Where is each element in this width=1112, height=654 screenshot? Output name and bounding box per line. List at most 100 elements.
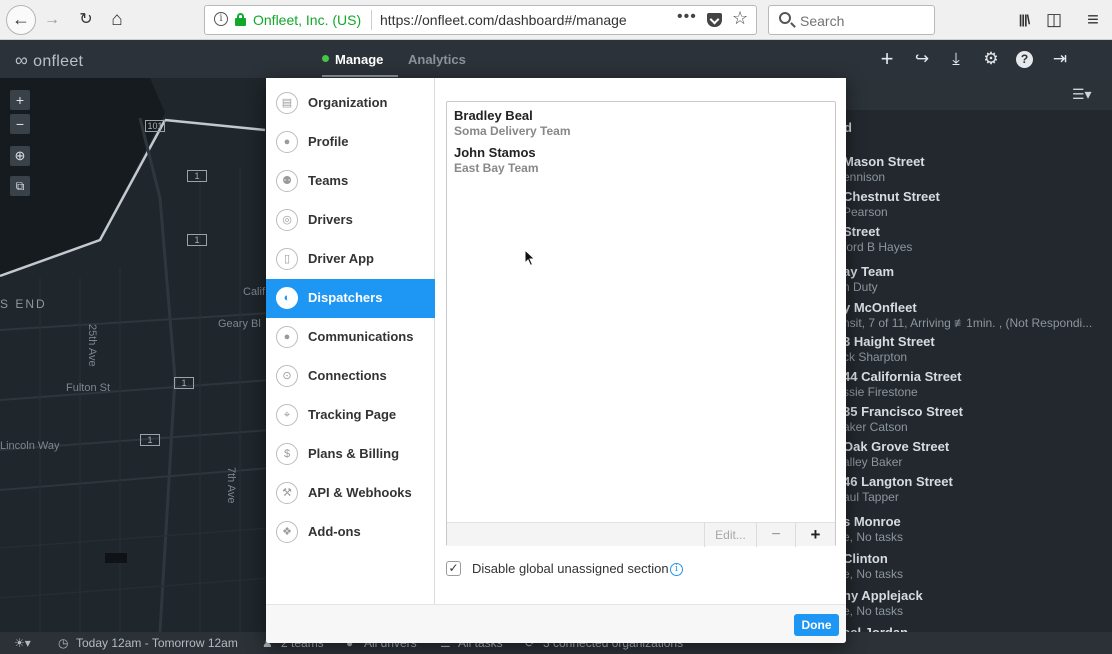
- list-item-title: Oak Grove Street: [843, 439, 950, 454]
- sidebar-item-label: Profile: [308, 134, 349, 149]
- clock-icon: ◷: [58, 636, 69, 650]
- sidebar-item-icon: ⌖: [276, 404, 298, 426]
- list-item[interactable]: 3 Haight Street ck Sharpton: [843, 334, 935, 364]
- bookmark-star-icon[interactable]: ☆: [732, 8, 748, 29]
- help-icon[interactable]: ?: [1016, 51, 1033, 68]
- map-street-label: 7th Ave: [225, 467, 237, 504]
- sidebar-item-drivers[interactable]: ◎ Drivers: [266, 201, 435, 240]
- sidebar-item-teams[interactable]: ⚉ Teams: [266, 162, 435, 201]
- sidebar-item-label: Connections: [308, 368, 387, 383]
- add-dispatcher-button[interactable]: +: [795, 523, 835, 547]
- right-panel: ☰▾ d Mason Street ennison Chestnut Street P…: [810, 78, 1112, 654]
- sidebar-item-label: API & Webhooks: [308, 485, 412, 500]
- active-tab-indicator: [322, 75, 398, 77]
- dispatcher-row[interactable]: John Stamos East Bay Team: [454, 145, 539, 175]
- search-icon: [779, 12, 791, 24]
- sidebar-toggle-icon[interactable]: ◫: [1042, 8, 1066, 32]
- mouse-cursor-icon: [524, 249, 536, 267]
- disable-unassigned-checkbox[interactable]: ✓: [446, 561, 461, 576]
- sidebar-item-driver-app[interactable]: ▯ Driver App: [266, 240, 435, 279]
- pocket-icon[interactable]: [707, 13, 722, 27]
- binoculars-icon[interactable]: ☀▾: [14, 636, 31, 650]
- list-item[interactable]: Street ford B Hayes: [843, 224, 912, 254]
- zoom-out-button[interactable]: −: [10, 114, 30, 134]
- list-item[interactable]: 44 California Street ssie Firestone: [843, 369, 962, 399]
- sidebar-item-label: Dispatchers: [308, 290, 383, 305]
- sidebar-item-icon: ▤: [276, 92, 298, 114]
- sidebar-item-plans-billing[interactable]: $ Plans & Billing: [266, 435, 435, 474]
- download-icon[interactable]: ⤓: [946, 49, 966, 69]
- list-item-subtitle: aker Catson: [843, 420, 908, 434]
- list-item-title: Clinton: [843, 551, 888, 566]
- list-item-title: 3 Haight Street: [843, 334, 935, 349]
- remove-dispatcher-button[interactable]: −: [756, 523, 795, 547]
- list-item[interactable]: y McOnfleet nsit, 7 of 11, Arriving ≢1min…: [843, 300, 1092, 330]
- reload-button[interactable]: ↻: [74, 8, 98, 32]
- list-item[interactable]: Oak Grove Street alley Baker: [843, 439, 949, 469]
- back-button[interactable]: ←: [6, 5, 36, 35]
- info-icon[interactable]: i: [670, 563, 683, 576]
- library-icon[interactable]: |||\: [1012, 8, 1036, 32]
- sidebar-item-profile[interactable]: ● Profile: [266, 123, 435, 162]
- locate-icon[interactable]: ⊕: [10, 146, 30, 166]
- sidebar-item-communications[interactable]: ● Communications: [266, 318, 435, 357]
- time-range[interactable]: Today 12am - Tomorrow 12am: [76, 636, 238, 650]
- list-item-subtitle: aul Tapper: [843, 490, 899, 504]
- tab-analytics[interactable]: Analytics: [408, 52, 466, 67]
- sidebar-item-dispatchers[interactable]: ◐ Dispatchers: [266, 279, 435, 318]
- list-item[interactable]: 46 Langton Street aul Tapper: [843, 474, 953, 504]
- list-item[interactable]: Chestnut Street Pearson: [843, 189, 940, 219]
- onfleet-logo[interactable]: ∞ onfleet: [15, 50, 83, 71]
- list-item[interactable]: 35 Francisco Street aker Catson: [843, 404, 963, 434]
- list-item-subtitle: ssie Firestone: [843, 385, 918, 399]
- done-button[interactable]: Done: [794, 614, 839, 636]
- list-item-subtitle: e, No tasks: [843, 604, 904, 618]
- search-placeholder: Search: [800, 13, 845, 29]
- sidebar-item-connections[interactable]: ⊙ Connections: [266, 357, 435, 396]
- list-item[interactable]: Clinton e, No tasks: [843, 551, 903, 581]
- list-item-title: s Monroe: [843, 514, 901, 529]
- sidebar-item-add-ons[interactable]: ❖ Add-ons: [266, 513, 435, 552]
- list-item[interactable]: ay Team n Duty: [843, 264, 894, 294]
- url-text[interactable]: https://onfleet.com/dashboard#/manage: [380, 12, 627, 28]
- layers-icon[interactable]: ⧉: [10, 176, 30, 196]
- list-item-subtitle: e, No tasks: [843, 567, 904, 581]
- page-actions-icon[interactable]: •••: [677, 8, 697, 26]
- import-icon[interactable]: ↪: [912, 49, 932, 69]
- list-item-title: y McOnfleet: [843, 300, 917, 315]
- dispatchers-list[interactable]: Bradley Beal Soma Delivery Team John Stamo…: [446, 101, 836, 547]
- address-bar[interactable]: i Onfleet, Inc. (US) https://onfleet.com…: [204, 5, 757, 35]
- browser-search-input[interactable]: Search: [768, 5, 935, 35]
- list-item[interactable]: s Monroe e, No tasks: [843, 514, 903, 544]
- list-item-subtitle: n Duty: [843, 280, 878, 294]
- settings-gear-icon[interactable]: ⚙: [981, 49, 1001, 69]
- sidebar-item-tracking-page[interactable]: ⌖ Tracking Page: [266, 396, 435, 435]
- highway-shield: 1: [187, 170, 207, 182]
- edit-button[interactable]: Edit...: [704, 523, 756, 547]
- list-item-subtitle: nsit, 7 of 11, Arriving ≢1min. , (Not Re…: [843, 316, 1093, 330]
- logout-icon[interactable]: ⇥: [1050, 49, 1070, 69]
- dispatcher-team: Soma Delivery Team: [454, 124, 571, 138]
- sidebar-item-label: Drivers: [308, 212, 353, 227]
- dispatcher-name: Bradley Beal: [454, 108, 533, 123]
- home-button[interactable]: ⌂: [105, 8, 129, 32]
- list-item-title: 44 California Street: [843, 369, 962, 384]
- site-info-icon[interactable]: i: [214, 12, 228, 26]
- zoom-in-button[interactable]: +: [10, 90, 30, 110]
- list-item[interactable]: Mason Street ennison: [843, 154, 925, 184]
- sidebar-item-organization[interactable]: ▤ Organization: [266, 84, 435, 123]
- list-view-icon[interactable]: ☰▾: [1072, 86, 1092, 103]
- tab-manage[interactable]: Manage: [322, 52, 383, 67]
- list-item-subtitle: ford B Hayes: [843, 240, 913, 254]
- dispatcher-row[interactable]: Bradley Beal Soma Delivery Team: [454, 108, 571, 138]
- list-item[interactable]: ny Applejack e, No tasks: [843, 588, 923, 618]
- list-item-subtitle: ck Sharpton: [843, 350, 908, 364]
- sidebar-item-label: Tracking Page: [308, 407, 397, 422]
- sidebar-item-api-webhooks[interactable]: ⚒ API & Webhooks: [266, 474, 435, 513]
- add-task-icon[interactable]: +: [877, 48, 897, 70]
- forward-button[interactable]: →: [40, 8, 64, 32]
- disable-unassigned-label[interactable]: Disable global unassigned section: [472, 561, 669, 576]
- hamburger-menu-icon[interactable]: ≡: [1081, 8, 1105, 32]
- tab-manage-label: Manage: [335, 52, 384, 67]
- dispatcher-name: John Stamos: [454, 145, 536, 160]
